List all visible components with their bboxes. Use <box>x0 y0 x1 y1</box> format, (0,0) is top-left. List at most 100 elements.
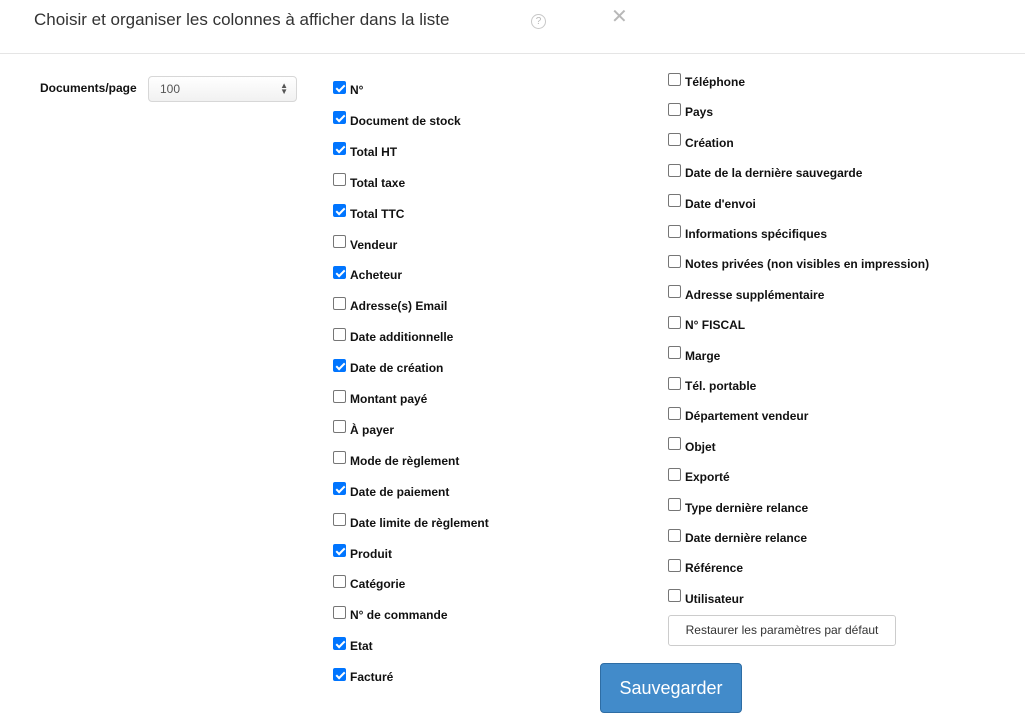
column-option[interactable]: Département vendeur <box>668 404 808 426</box>
column-checkbox[interactable] <box>333 235 346 248</box>
column-checkbox[interactable] <box>333 667 346 681</box>
column-option[interactable]: Vendeur <box>333 233 397 255</box>
column-checkbox[interactable] <box>668 102 681 116</box>
column-checkbox[interactable] <box>668 467 681 481</box>
column-checkbox[interactable] <box>333 142 346 156</box>
column-checkbox[interactable] <box>668 437 681 451</box>
column-option-label: Total taxe <box>350 175 406 190</box>
column-option[interactable]: Informations spécifiques <box>668 222 827 244</box>
question-circle-icon[interactable]: ? <box>531 14 546 29</box>
column-checkbox[interactable] <box>668 194 681 208</box>
column-checkbox[interactable] <box>333 482 346 496</box>
column-option-label: Utilisateur <box>685 591 744 606</box>
column-checkbox[interactable] <box>333 574 346 588</box>
column-checkbox[interactable] <box>668 72 681 86</box>
column-option[interactable]: Montant payé <box>333 387 427 409</box>
column-option[interactable]: Date de paiement <box>333 480 449 502</box>
column-option[interactable]: Total taxe <box>333 171 405 193</box>
column-option[interactable]: Etat <box>333 634 373 656</box>
column-option[interactable]: Produit <box>333 542 392 564</box>
column-option[interactable]: Mode de règlement <box>333 449 459 471</box>
column-checkbox[interactable] <box>668 376 681 390</box>
column-option[interactable]: Notes privées (non visibles en impressio… <box>668 252 929 274</box>
column-option[interactable]: Objet <box>668 435 716 457</box>
column-option-label: Création <box>685 135 734 150</box>
column-checkbox[interactable] <box>333 636 346 650</box>
column-option[interactable]: N° FISCAL <box>668 313 745 335</box>
column-checkbox[interactable] <box>668 133 681 147</box>
column-checkbox[interactable] <box>668 285 681 299</box>
column-checkbox[interactable] <box>333 111 346 125</box>
column-option-label: Date limite de règlement <box>350 515 489 530</box>
column-option-label: Produit <box>350 546 392 561</box>
column-checkbox[interactable] <box>333 265 346 279</box>
column-option-label: Document de stock <box>350 113 461 128</box>
column-checkbox[interactable] <box>668 346 681 360</box>
column-option-label: Acheteur <box>350 268 403 283</box>
column-checkbox[interactable] <box>668 315 681 329</box>
column-checkbox[interactable] <box>333 544 346 557</box>
column-checkbox[interactable] <box>333 204 346 218</box>
column-checkbox[interactable] <box>333 80 346 94</box>
column-checkbox[interactable] <box>333 296 346 310</box>
column-option[interactable]: N° <box>333 78 363 100</box>
column-option[interactable]: Acheteur <box>333 263 402 285</box>
column-option[interactable]: Total TTC <box>333 202 404 224</box>
column-checkbox[interactable] <box>333 420 346 434</box>
column-option[interactable]: Exporté <box>668 465 730 487</box>
column-checkbox[interactable] <box>333 173 346 187</box>
column-option[interactable]: Téléphone <box>668 70 745 92</box>
column-option-label: Date additionnelle <box>350 330 454 345</box>
column-option[interactable]: Total HT <box>333 140 397 162</box>
column-option[interactable]: Type dernière relance <box>668 496 808 518</box>
column-checkbox[interactable] <box>668 163 681 177</box>
column-checkbox[interactable] <box>668 589 681 603</box>
column-option[interactable]: Pays <box>668 100 713 122</box>
column-checkbox[interactable] <box>333 605 346 619</box>
column-checkbox[interactable] <box>333 451 346 465</box>
column-option[interactable]: Date limite de règlement <box>333 511 489 533</box>
column-option[interactable]: Catégorie <box>333 572 405 594</box>
column-option-label: Facturé <box>350 670 394 685</box>
column-option[interactable]: À payer <box>333 418 394 440</box>
column-checkbox[interactable] <box>333 389 346 403</box>
updown-arrows-icon: ▲ ▼ <box>280 81 288 96</box>
column-option[interactable]: Marge <box>668 344 720 366</box>
column-option[interactable]: Date additionnelle <box>333 325 453 347</box>
column-option[interactable]: Date de création <box>333 356 443 378</box>
column-option-label: Adresse(s) Email <box>350 299 448 314</box>
column-option[interactable]: Tél. portable <box>668 374 756 396</box>
column-checkbox[interactable] <box>333 358 346 372</box>
close-icon[interactable]: ✕ <box>611 7 628 27</box>
column-checkbox[interactable] <box>333 327 346 341</box>
documents-per-page-select[interactable]: 100 ▲ ▼ <box>148 76 297 102</box>
column-option-label: Tél. portable <box>685 379 757 393</box>
column-checkbox[interactable] <box>333 513 346 527</box>
save-button[interactable]: Sauvegarder <box>600 663 742 713</box>
restore-defaults-button[interactable]: Restaurer les paramètres par défaut <box>668 615 896 646</box>
column-checkbox[interactable] <box>668 224 681 238</box>
column-option[interactable]: N° de commande <box>333 603 448 625</box>
column-checkbox[interactable] <box>668 528 681 542</box>
column-option-label: Total TTC <box>350 206 405 221</box>
column-option[interactable]: Utilisateur <box>668 587 744 609</box>
column-option[interactable]: Document de stock <box>333 109 461 131</box>
column-option[interactable]: Adresse(s) Email <box>333 294 447 316</box>
column-option-label: Montant payé <box>350 392 428 406</box>
column-option-label: Date d'envoi <box>685 196 756 211</box>
column-option[interactable]: Référence <box>668 556 743 578</box>
column-option-label: Date de la dernière sauvegarde <box>685 166 863 181</box>
column-checkbox[interactable] <box>668 558 681 572</box>
column-option-label: Vendeur <box>350 237 398 252</box>
column-option[interactable]: Date d'envoi <box>668 192 756 214</box>
column-option-label: Type dernière relance <box>685 500 809 515</box>
column-option[interactable]: Facturé <box>333 665 393 687</box>
column-checkbox[interactable] <box>668 498 681 512</box>
column-option[interactable]: Adresse supplémentaire <box>668 283 824 305</box>
column-option[interactable]: Date dernière relance <box>668 526 807 548</box>
column-option[interactable]: Création <box>668 131 734 153</box>
column-option[interactable]: Date de la dernière sauvegarde <box>668 161 862 183</box>
column-checkbox[interactable] <box>668 406 681 420</box>
column-option-label: Exporté <box>685 470 730 485</box>
column-checkbox[interactable] <box>668 254 681 268</box>
